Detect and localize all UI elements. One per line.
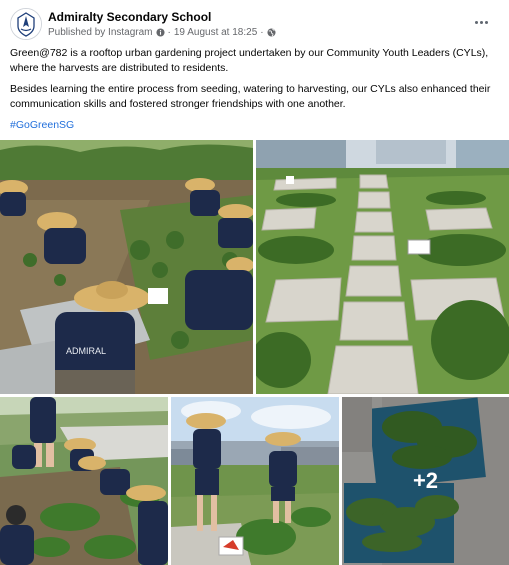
photo-4[interactable] (171, 397, 339, 565)
post-paragraph-2: Besides learning the entire process from… (10, 83, 491, 110)
photo-3[interactable] (0, 397, 168, 565)
school-logo-avatar[interactable] (10, 8, 42, 40)
svg-text:ADMIRAL: ADMIRAL (66, 346, 106, 356)
published-by[interactable]: Published by Instagram (48, 27, 153, 38)
more-horizontal-icon (474, 20, 488, 24)
hashtag-link[interactable]: #GoGreenSG (10, 119, 74, 131)
page-name-link[interactable]: Admiralty Secondary School (48, 10, 211, 24)
facebook-post: Admiralty Secondary School Published by … (0, 0, 509, 565)
school-crest-icon (11, 9, 41, 39)
globe-icon (267, 28, 276, 37)
post-meta: Published by Instagram · 19 August at 18… (48, 27, 276, 38)
post-body: Green@782 is a rooftop urban gardening p… (10, 46, 500, 140)
photo-2[interactable] (256, 140, 509, 394)
more-options-button[interactable] (471, 14, 491, 30)
post-date[interactable]: 19 August at 18:25 (174, 27, 257, 38)
meta-separator: · (167, 27, 171, 38)
photo-5[interactable]: +2 (342, 397, 509, 565)
photo-1[interactable]: ADMIRAL (0, 140, 253, 394)
meta-separator-2: · (260, 27, 264, 38)
info-icon[interactable] (155, 28, 165, 37)
post-paragraph-1: Green@782 is a rooftop urban gardening p… (10, 47, 489, 74)
more-photos-overlay[interactable]: +2 (342, 397, 509, 565)
post-header: Admiralty Secondary School Published by … (10, 8, 499, 44)
